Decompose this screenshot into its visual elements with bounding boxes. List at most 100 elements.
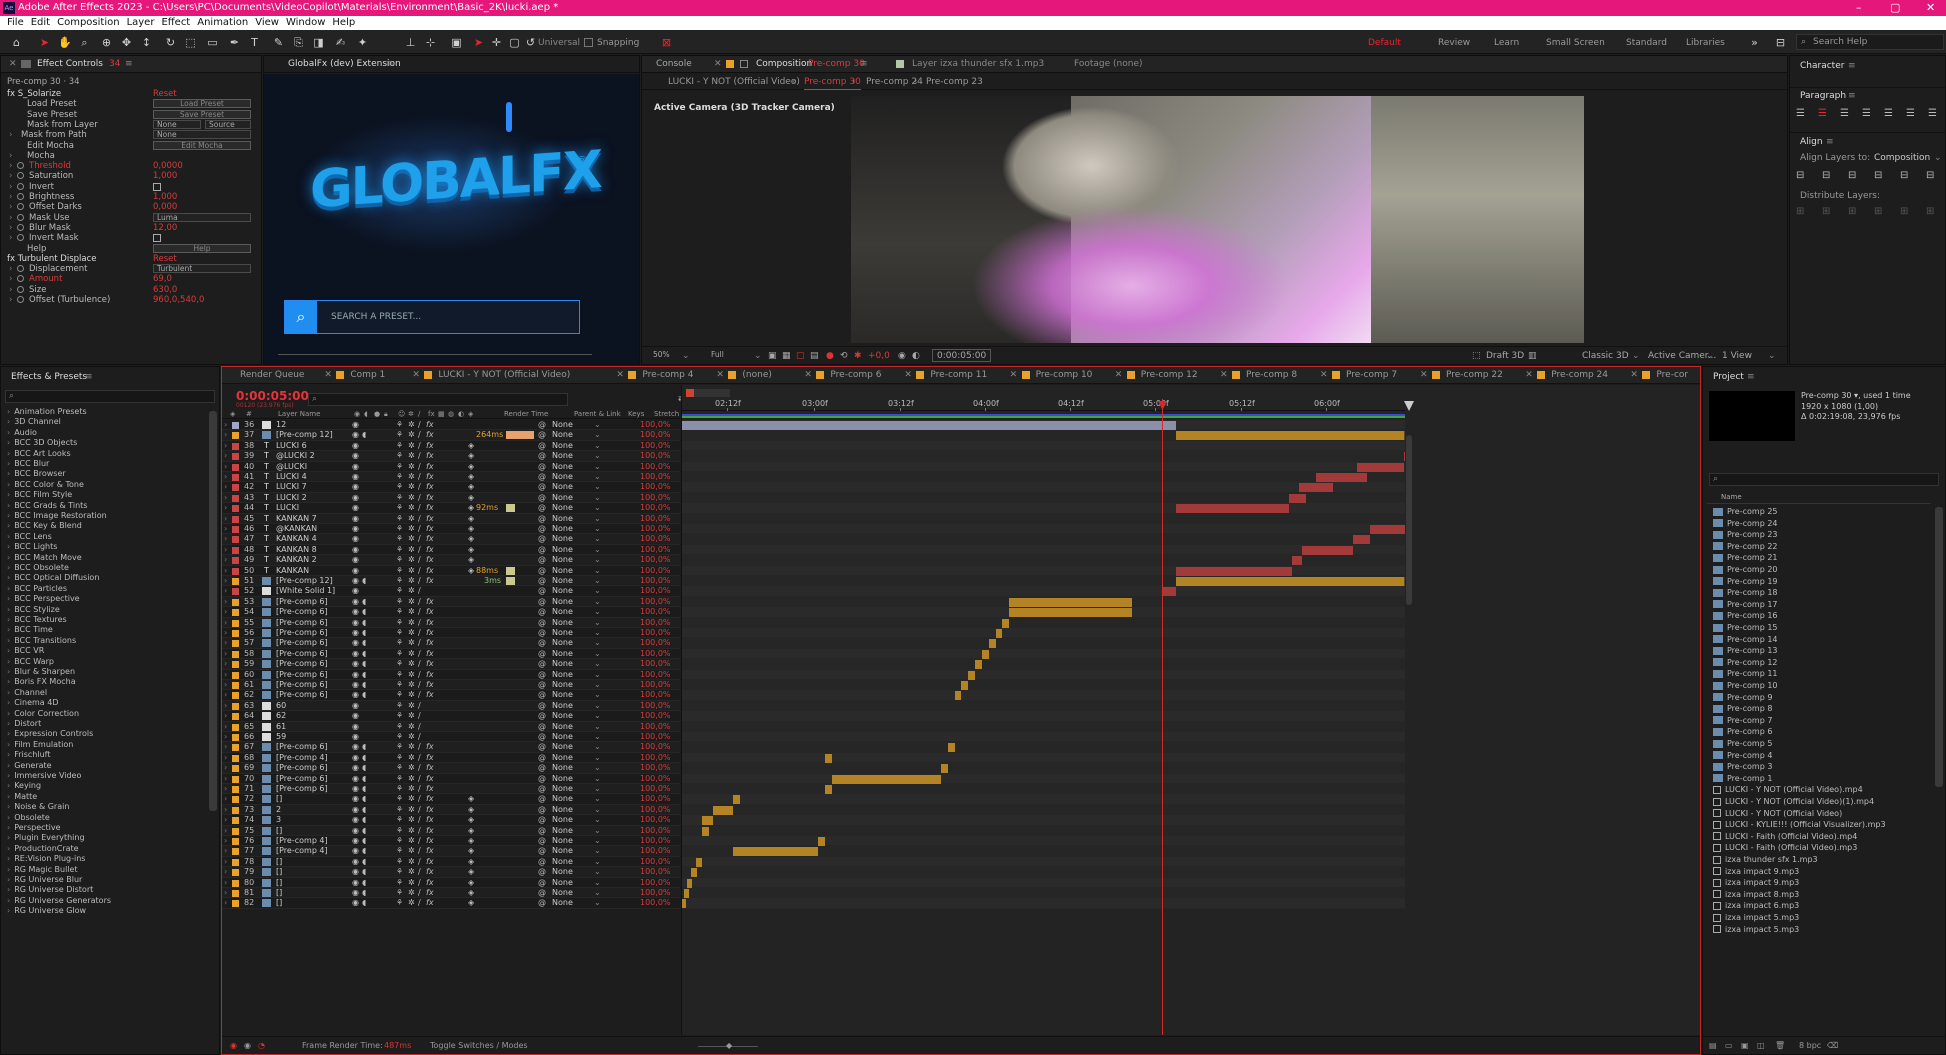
effects-category-item[interactable]: RG Universe Distort bbox=[1, 885, 93, 895]
visibility-eye-icon[interactable]: ◉ bbox=[352, 430, 359, 440]
quality-switch-icon[interactable]: ∕ bbox=[418, 794, 421, 804]
pick-whip-icon[interactable]: @ bbox=[538, 701, 546, 711]
layer-label-color[interactable] bbox=[232, 557, 239, 565]
visibility-eye-icon[interactable]: ◉ bbox=[352, 826, 359, 836]
move-icon[interactable]: ✛ bbox=[490, 36, 503, 49]
layer-name[interactable]: [Pre-comp 4] bbox=[276, 753, 328, 763]
timeline-tab[interactable]: Pre-comp 6 bbox=[830, 367, 881, 383]
expand-arrow-icon[interactable]: › bbox=[224, 451, 227, 461]
stretch-value[interactable]: 100,0% bbox=[640, 670, 671, 680]
timeline-track[interactable] bbox=[682, 752, 1405, 764]
collapse-switch-icon[interactable]: ✲ bbox=[408, 732, 415, 742]
visibility-eye-icon[interactable]: ◉ bbox=[352, 618, 359, 628]
pick-whip-icon[interactable]: @ bbox=[538, 826, 546, 836]
quality-switch-icon[interactable]: ∕ bbox=[418, 524, 421, 534]
globalfx-scrollbar[interactable] bbox=[506, 102, 512, 132]
project-comp-item[interactable]: Pre-comp 19 bbox=[1713, 576, 1778, 588]
expand-arrow-icon[interactable]: › bbox=[224, 888, 227, 898]
shy-switch-icon[interactable]: ⚘ bbox=[396, 462, 403, 472]
3d-layer-switch-icon[interactable]: ◈ bbox=[468, 857, 474, 867]
stretch-value[interactable]: 100,0% bbox=[640, 462, 671, 472]
fx-switch-icon[interactable]: fx bbox=[426, 753, 434, 763]
pick-whip-icon[interactable]: @ bbox=[538, 638, 546, 648]
rotate-3d-icon[interactable]: ↺ bbox=[524, 36, 537, 49]
paragraph-tab[interactable]: Paragraph bbox=[1800, 88, 1846, 104]
effects-category-item[interactable]: BCC Lens bbox=[1, 532, 52, 542]
layer-row[interactable]: › 54 [Pre-comp 6] ◉ ◖ ⚘ ✲ ∕ fx @ None ⌄ 100,0% bbox=[222, 607, 680, 618]
orbit-tool-icon[interactable]: ⊕ bbox=[100, 36, 113, 49]
timeline-track[interactable] bbox=[682, 659, 1405, 670]
shy-switch-icon[interactable]: ⚘ bbox=[396, 597, 403, 607]
effects-category-item[interactable]: BCC Stylize bbox=[1, 605, 60, 615]
timeline-tab[interactable]: Comp 1 bbox=[350, 367, 385, 383]
region-of-interest-icon[interactable]: ▣ bbox=[768, 348, 777, 364]
layer-label-color[interactable] bbox=[232, 432, 239, 440]
visibility-eye-icon[interactable]: ◉ bbox=[352, 753, 359, 763]
stretch-value[interactable]: 100,0% bbox=[640, 420, 671, 430]
parent-dropdown[interactable]: None bbox=[552, 732, 573, 742]
collapse-switch-icon[interactable]: ✲ bbox=[408, 649, 415, 659]
quality-switch-icon[interactable]: ∕ bbox=[418, 711, 421, 721]
pick-whip-icon[interactable]: @ bbox=[538, 545, 546, 555]
timeline-track[interactable] bbox=[682, 898, 1405, 909]
view-layout-dropdown[interactable]: 1 View bbox=[1722, 348, 1752, 364]
shy-switch-icon[interactable]: ⚘ bbox=[396, 867, 403, 877]
effects-category-item[interactable]: BCC Time bbox=[1, 625, 53, 635]
visibility-eye-icon[interactable]: ◉ bbox=[352, 836, 359, 846]
effects-category-item[interactable]: BCC Blur bbox=[1, 459, 49, 469]
3d-layer-switch-icon[interactable]: ◈ bbox=[468, 794, 474, 804]
expand-arrow-icon[interactable]: › bbox=[224, 420, 227, 430]
project-footage-item[interactable]: izxa impact 6.mp3 bbox=[1713, 900, 1799, 912]
effect-dropdown[interactable]: None bbox=[153, 130, 251, 140]
collapse-switch-icon[interactable]: ✲ bbox=[408, 680, 415, 690]
zoom-dropdown[interactable]: 50% bbox=[650, 351, 684, 360]
layer-label-color[interactable] bbox=[232, 453, 239, 461]
stretch-value[interactable]: 100,0% bbox=[640, 867, 671, 877]
collapse-switch-icon[interactable]: ✲ bbox=[408, 815, 415, 825]
shy-switch-icon[interactable]: ⚘ bbox=[396, 815, 403, 825]
layer-duration-bar[interactable] bbox=[947, 743, 955, 753]
effect-value[interactable]: 960,0,540,0 bbox=[153, 295, 204, 305]
visibility-eye-icon[interactable]: ◉ bbox=[352, 638, 359, 648]
footage-tab[interactable]: Footage (none) bbox=[1074, 56, 1143, 72]
collapse-switch-icon[interactable]: ✲ bbox=[408, 628, 415, 638]
menu-layer[interactable]: Layer bbox=[127, 17, 155, 28]
shy-switch-icon[interactable]: ⚘ bbox=[396, 794, 403, 804]
expand-arrow-icon[interactable]: › bbox=[9, 213, 12, 223]
shy-switch-icon[interactable]: ⚘ bbox=[396, 628, 403, 638]
shy-switch-icon[interactable]: ⚘ bbox=[396, 680, 403, 690]
project-footage-item[interactable]: LUCKI - Faith (Official Video).mp4 bbox=[1713, 831, 1857, 843]
effects-category-item[interactable]: Animation Presets bbox=[1, 407, 86, 417]
pick-whip-icon[interactable]: @ bbox=[538, 441, 546, 451]
expand-arrow-icon[interactable]: › bbox=[224, 597, 227, 607]
layer-label-color[interactable] bbox=[232, 869, 239, 877]
layer-name[interactable]: [Pre-comp 6] bbox=[276, 638, 328, 648]
visibility-eye-icon[interactable]: ◉ bbox=[352, 670, 359, 680]
collapse-switch-icon[interactable]: ✲ bbox=[408, 722, 415, 732]
layer-duration-bar[interactable] bbox=[961, 681, 969, 690]
reset-link[interactable]: Reset bbox=[153, 254, 177, 264]
visibility-eye-icon[interactable]: ◉ bbox=[352, 566, 359, 576]
pick-whip-icon[interactable]: @ bbox=[538, 628, 546, 638]
expand-arrow-icon[interactable]: › bbox=[9, 295, 12, 305]
layer-row[interactable]: › 45 T KANKAN 7 ◉ ⚘ ✲ ∕ fx ◈ @ None ⌄ 100,0% bbox=[222, 513, 680, 524]
stretch-value[interactable]: 100,0% bbox=[640, 545, 671, 555]
audio-icon[interactable]: ◖ bbox=[362, 649, 366, 659]
quality-switch-icon[interactable]: ∕ bbox=[418, 493, 421, 503]
pick-whip-icon[interactable]: @ bbox=[538, 430, 546, 440]
quality-switch-icon[interactable]: ∕ bbox=[418, 680, 421, 690]
layer-label-color[interactable] bbox=[232, 650, 239, 658]
project-comp-item[interactable]: Pre-comp 3 bbox=[1713, 761, 1772, 773]
stretch-value[interactable]: 100,0% bbox=[640, 680, 671, 690]
project-comp-item[interactable]: Pre-comp 8 bbox=[1713, 703, 1772, 715]
shy-switch-icon[interactable]: ⚘ bbox=[396, 805, 403, 815]
effect-dropdown[interactable]: None bbox=[153, 119, 201, 129]
expand-arrow-icon[interactable]: › bbox=[224, 555, 227, 565]
justify-all-icon[interactable]: ☰ bbox=[1928, 108, 1937, 119]
effect-controls-tab[interactable]: Effect Controls bbox=[37, 56, 103, 72]
expand-arrow-icon[interactable]: › bbox=[224, 742, 227, 752]
pick-whip-icon[interactable]: @ bbox=[538, 742, 546, 752]
quality-switch-icon[interactable]: ∕ bbox=[418, 888, 421, 898]
expand-arrow-icon[interactable]: › bbox=[224, 878, 227, 888]
panel-menu-icon[interactable]: ≡ bbox=[1747, 369, 1755, 385]
